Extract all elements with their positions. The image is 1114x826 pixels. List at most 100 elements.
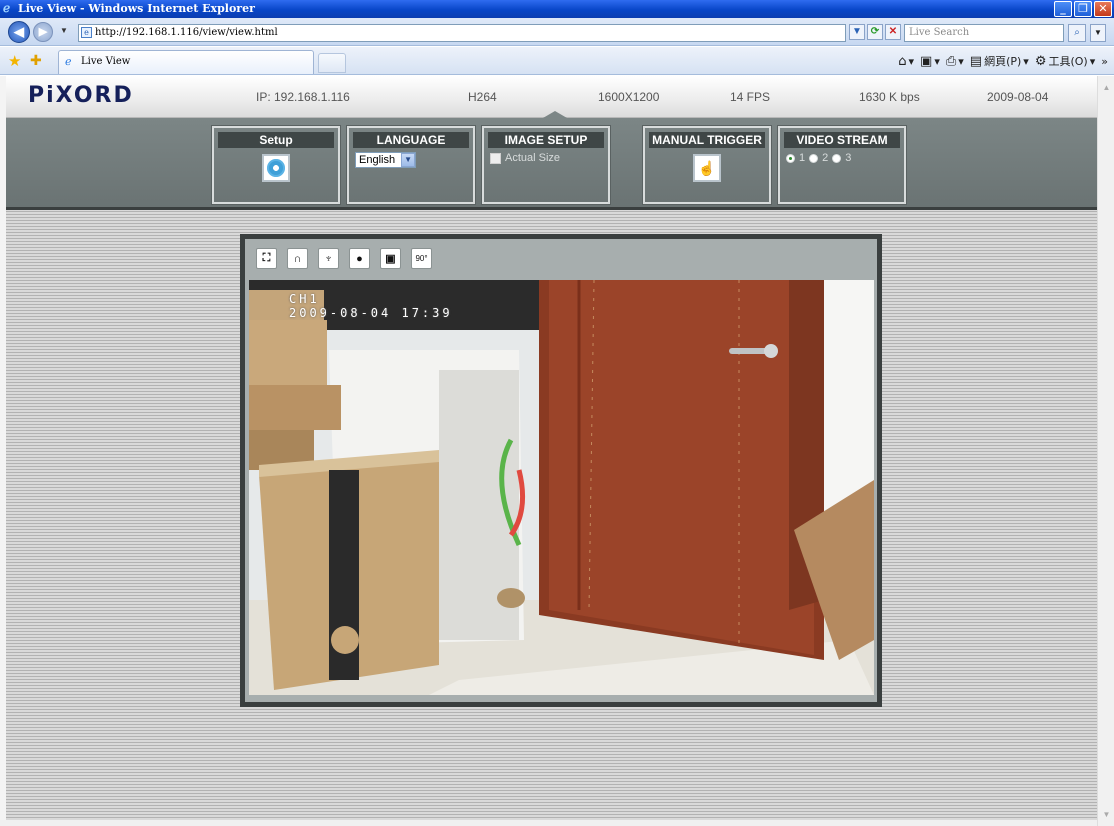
forward-button[interactable]: ▶ [33, 22, 53, 42]
language-selected: English [359, 154, 396, 166]
favorites-star-icon[interactable]: ★ [8, 52, 21, 70]
page-icon: e [81, 27, 92, 38]
home-icon: ⌂ [898, 53, 907, 69]
rotate-90-icon: 90° [415, 254, 428, 263]
add-favorite-icon[interactable]: ✚ [30, 52, 42, 69]
language-title: LANGUAGE [353, 132, 469, 148]
date: 2009-08-04 [987, 90, 1049, 104]
window-bottom-edge [0, 820, 1097, 826]
tools-menu-label: 工具(O) [1048, 55, 1088, 68]
url-text: http://192.168.1.116/view/view.html [95, 27, 278, 38]
audio-button[interactable]: ∩ [287, 248, 308, 269]
stream-radio-3[interactable] [832, 153, 842, 163]
manual-trigger-button[interactable]: ☝ [693, 154, 721, 182]
minimize-button[interactable]: _ [1054, 1, 1072, 17]
back-button[interactable]: ◀ [8, 21, 30, 43]
language-select[interactable]: English ▼ [355, 152, 417, 168]
language-body: English ▼ [349, 148, 473, 172]
video-stream-panel: VIDEO STREAM 1 2 3 [777, 125, 907, 205]
stream-radio-1[interactable] [786, 153, 795, 163]
setup-button[interactable] [262, 154, 290, 182]
tab-title: Live View [81, 56, 131, 67]
snapshot-icon: ▣ [385, 253, 396, 265]
stream-label-2: 2 [822, 152, 829, 164]
stream-radio-2[interactable] [809, 153, 819, 163]
image-setup-title: IMAGE SETUP [488, 132, 604, 148]
tab-bar: ★ ✚ ℯ Live View ⌂ ▾ ▣ ▾ ⎙ ▾ ▤ 網頁(P) ▾ ⚙ 工具(O) ▾… [0, 47, 1114, 75]
refresh-button[interactable]: ⟳ [867, 24, 883, 40]
page-menu-icon: ▤ [969, 53, 983, 69]
window-titlebar: ℯ Live View - Windows Internet Explorer … [0, 0, 1114, 18]
maximize-button[interactable]: ❐ [1074, 1, 1092, 17]
vertical-scrollbar[interactable]: ▲ ▼ [1097, 76, 1114, 826]
url-input[interactable]: e http://192.168.1.116/view/view.html [78, 24, 846, 42]
actual-size-label: Actual Size [505, 152, 561, 164]
search-options-dropdown[interactable]: ▼ [1090, 24, 1106, 42]
page-menu-label: 網頁(P) [984, 55, 1022, 68]
print-button[interactable]: ⎙ ▾ [946, 54, 964, 69]
codec: H264 [468, 90, 497, 104]
video-viewer: ⛶ ∩ ♆ ● ▣ 90° CH1 2009-08-04 17:39 [240, 234, 882, 707]
search-icon: ⌕ [1074, 27, 1080, 38]
ip-address: IP: 192.168.1.116 [256, 90, 350, 104]
scroll-down-arrow-icon[interactable]: ▼ [1099, 807, 1114, 822]
page-menu[interactable]: ▤ 網頁(P) ▾ [970, 53, 1029, 69]
rotate-button[interactable]: 90° [411, 248, 432, 269]
language-panel: LANGUAGE English ▼ [346, 125, 476, 205]
tab-live-view[interactable]: ℯ Live View [58, 50, 314, 74]
record-button[interactable]: ● [349, 248, 370, 269]
window-title: Live View - Windows Internet Explorer [18, 2, 255, 15]
image-setup-body: Actual Size [484, 148, 608, 168]
command-bar: ⌂ ▾ ▣ ▾ ⎙ ▾ ▤ 網頁(P) ▾ ⚙ 工具(O) ▾ » [898, 53, 1108, 69]
microphone-icon: ♆ [324, 252, 333, 265]
window-controls: _ ❐ ✕ [1054, 1, 1112, 17]
manual-trigger-title: MANUAL TRIGGER [649, 132, 765, 148]
tools-icon: ⚙ [1034, 53, 1047, 69]
print-icon: ⎙ [945, 53, 957, 69]
recent-pages-dropdown[interactable]: ▼ [60, 26, 68, 35]
setup-panel: Setup [211, 125, 341, 205]
new-tab-button[interactable] [318, 53, 346, 73]
scroll-up-arrow-icon[interactable]: ▲ [1099, 80, 1114, 95]
video-stream-title: VIDEO STREAM [784, 132, 900, 148]
chevron-down-icon: ▼ [401, 153, 416, 167]
search-button[interactable]: ⌕ [1068, 24, 1086, 42]
actual-size-checkbox[interactable] [490, 152, 501, 164]
snapshot-button[interactable]: ▣ [380, 248, 401, 269]
stream-label-3: 3 [845, 152, 852, 164]
headphones-icon: ∩ [293, 252, 302, 265]
close-button[interactable]: ✕ [1094, 1, 1112, 17]
feeds-button[interactable]: ▣ ▾ [920, 54, 940, 69]
talk-button[interactable]: ♆ [318, 248, 339, 269]
forward-icon: ▶ [38, 26, 48, 38]
ie-logo-icon: ℯ [3, 1, 11, 15]
control-toolbar: Setup LANGUAGE English ▼ IMAGE SETUP Act… [6, 111, 1097, 210]
home-button[interactable]: ⌂ ▾ [898, 54, 914, 69]
hand-pointer-icon: ☝ [698, 159, 716, 176]
manual-trigger-panel: MANUAL TRIGGER ☝ [642, 125, 772, 205]
osd-channel: CH1 [289, 292, 320, 306]
ie-page-icon: ℯ [65, 55, 72, 68]
refresh-icon: ⟳ [870, 26, 880, 37]
pixord-logo: PiXORD [28, 83, 134, 108]
bitrate: 1630 K bps [859, 90, 920, 104]
viewer-controls: ⛶ ∩ ♆ ● ▣ 90° [256, 248, 432, 269]
stream-radio-group: 1 2 3 [780, 148, 904, 168]
stream-label-1: 1 [799, 152, 806, 164]
live-search-input[interactable]: Live Search [904, 24, 1064, 42]
frame-rate: 14 FPS [730, 90, 771, 104]
gear-icon [267, 159, 285, 177]
tools-menu[interactable]: ⚙ 工具(O) ▾ [1035, 53, 1095, 69]
stop-icon: ✕ [888, 26, 898, 37]
more-commands-button[interactable]: » [1101, 55, 1108, 68]
fullscreen-button[interactable]: ⛶ [256, 248, 277, 269]
address-dropdown-button[interactable]: ▼ [849, 24, 865, 40]
feeds-icon: ▣ [920, 53, 933, 69]
back-icon: ◀ [14, 24, 24, 39]
toolbar-caret [543, 111, 567, 118]
live-video-frame[interactable]: CH1 2009-08-04 17:39 [249, 280, 874, 695]
address-bar: ◀ ▶ ▼ e http://192.168.1.116/view/view.h… [0, 18, 1114, 46]
record-icon: ● [356, 252, 363, 265]
resolution: 1600X1200 [598, 90, 660, 104]
stop-button[interactable]: ✕ [885, 24, 901, 40]
